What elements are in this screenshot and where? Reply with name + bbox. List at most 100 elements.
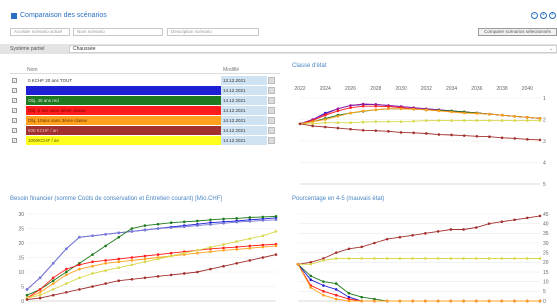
- row-checkbox[interactable]: ✓: [12, 88, 17, 93]
- table-row[interactable]: ✓ Obj. 40 ans red 14.12.2021: [10, 96, 280, 105]
- table-row[interactable]: ✓ Obj. 5 ans sans 3ème classe 14.12.2021: [10, 106, 280, 115]
- chart-panel-bad-condition-percentage: Pourcentage en 4-5 (mauvais état) 0 5 10 15…: [292, 196, 557, 304]
- row-checkbox[interactable]: ✓: [12, 138, 17, 143]
- data-point: [374, 120, 378, 123]
- data-point: [334, 293, 338, 297]
- row-checkbox[interactable]: ✓: [12, 118, 17, 123]
- scenario-description-field[interactable]: Description scénario: [167, 28, 259, 36]
- data-point: [78, 267, 81, 271]
- column-header-name[interactable]: Nom: [27, 67, 38, 73]
- data-point: [169, 221, 173, 224]
- y-tick-label: 15: [18, 255, 24, 261]
- y-tick-label: 2: [543, 117, 546, 123]
- data-point: [526, 116, 529, 119]
- data-point: [360, 295, 363, 299]
- data-point: [274, 215, 278, 218]
- data-point: [322, 290, 325, 293]
- minimize-icon[interactable]: −: [531, 12, 538, 19]
- data-point: [182, 225, 186, 229]
- data-point: [222, 217, 225, 221]
- title-bar: Comparaison des scénarios − + ×: [0, 0, 557, 23]
- data-point: [91, 264, 94, 268]
- maximize-icon[interactable]: +: [540, 12, 547, 19]
- app-logo-icon: [11, 13, 17, 19]
- row-action-icon[interactable]: [268, 87, 275, 94]
- data-point: [349, 121, 352, 125]
- close-icon[interactable]: ×: [549, 12, 556, 19]
- column-header-modified[interactable]: Modifié: [223, 67, 239, 73]
- scenario-grid: Nom Modifié ✓ 0 KCHF 20 ans TOUT 13.12.202…: [10, 59, 280, 187]
- compare-scenarios-button[interactable]: Comparer scénarios sélectionnés: [478, 28, 557, 36]
- data-point: [360, 245, 363, 249]
- y-tick-label: 25: [543, 250, 549, 256]
- data-point: [424, 257, 427, 260]
- row-name: 500 KCHF / an: [26, 126, 221, 135]
- data-point: [78, 288, 81, 291]
- data-point: [462, 119, 466, 122]
- row-checkbox[interactable]: ✓: [12, 98, 17, 103]
- table-row[interactable]: ✓ Obj. 10ans sans 3ème classe 14.12.2021: [10, 116, 280, 125]
- subsystem-select[interactable]: Chaussée ⌄: [69, 45, 557, 53]
- data-point: [38, 291, 42, 294]
- data-point: [449, 257, 453, 260]
- row-action-icon[interactable]: [268, 107, 275, 114]
- row-action-icon[interactable]: [268, 117, 275, 124]
- row-checkbox[interactable]: ✓: [12, 108, 17, 113]
- row-modified-date: 14.12.2021: [221, 116, 267, 125]
- data-point: [25, 288, 29, 291]
- row-checkbox[interactable]: ✓: [12, 128, 17, 133]
- data-point: [398, 257, 402, 260]
- data-point: [488, 135, 491, 138]
- row-checkbox[interactable]: ✓: [12, 78, 17, 83]
- data-point: [374, 129, 378, 132]
- data-point: [248, 237, 252, 240]
- data-point: [196, 219, 199, 223]
- data-point: [91, 272, 94, 275]
- chevron-down-icon[interactable]: ⌄: [549, 46, 553, 52]
- scenario-name-field[interactable]: Nom scénario: [73, 28, 163, 36]
- data-point: [374, 104, 378, 108]
- y-tick-label: 30: [543, 241, 549, 247]
- data-point: [156, 257, 160, 261]
- data-point: [538, 214, 542, 218]
- data-point: [500, 119, 504, 122]
- data-point: [104, 269, 107, 272]
- data-point: [78, 235, 81, 239]
- data-point: [436, 257, 440, 260]
- data-point: [248, 216, 252, 219]
- table-row[interactable]: ✓ 0 KCHF 20 ans TOUT 13.12.2021: [10, 76, 280, 85]
- data-point: [449, 228, 453, 231]
- data-point: [261, 256, 265, 259]
- series-line: [297, 264, 540, 302]
- data-point: [209, 218, 212, 222]
- x-tick-label: 2038: [497, 86, 508, 92]
- data-point: [261, 219, 265, 222]
- data-point: [488, 119, 491, 122]
- y-tick-label: 20: [543, 260, 549, 266]
- row-action-icon[interactable]: [268, 137, 275, 144]
- current-scenario-field[interactable]: Accéder scénario actuel: [10, 28, 70, 36]
- row-action-icon[interactable]: [268, 77, 275, 84]
- data-point: [248, 259, 252, 262]
- data-point: [361, 128, 365, 132]
- data-point: [169, 254, 173, 258]
- table-row[interactable]: ✓ 500 KCHF / an 14.12.2021: [10, 126, 280, 135]
- data-point: [51, 262, 55, 265]
- data-point: [347, 257, 351, 260]
- row-action-icon[interactable]: [268, 127, 275, 134]
- data-point: [487, 257, 491, 260]
- data-point: [78, 263, 81, 267]
- table-row[interactable]: ✓ 1000KCHF / an 14.12.2021: [10, 136, 280, 145]
- data-point: [274, 218, 278, 222]
- data-point: [91, 234, 94, 238]
- data-point: [322, 284, 325, 287]
- table-row[interactable]: ✓ 14.12.2021: [10, 86, 280, 95]
- data-point: [25, 298, 29, 301]
- data-point: [425, 119, 428, 122]
- row-modified-date: 14.12.2021: [221, 106, 267, 115]
- series-line: [299, 123, 541, 141]
- data-point: [450, 110, 453, 114]
- row-action-icon[interactable]: [268, 97, 275, 104]
- data-point: [209, 267, 212, 271]
- data-point: [323, 113, 327, 117]
